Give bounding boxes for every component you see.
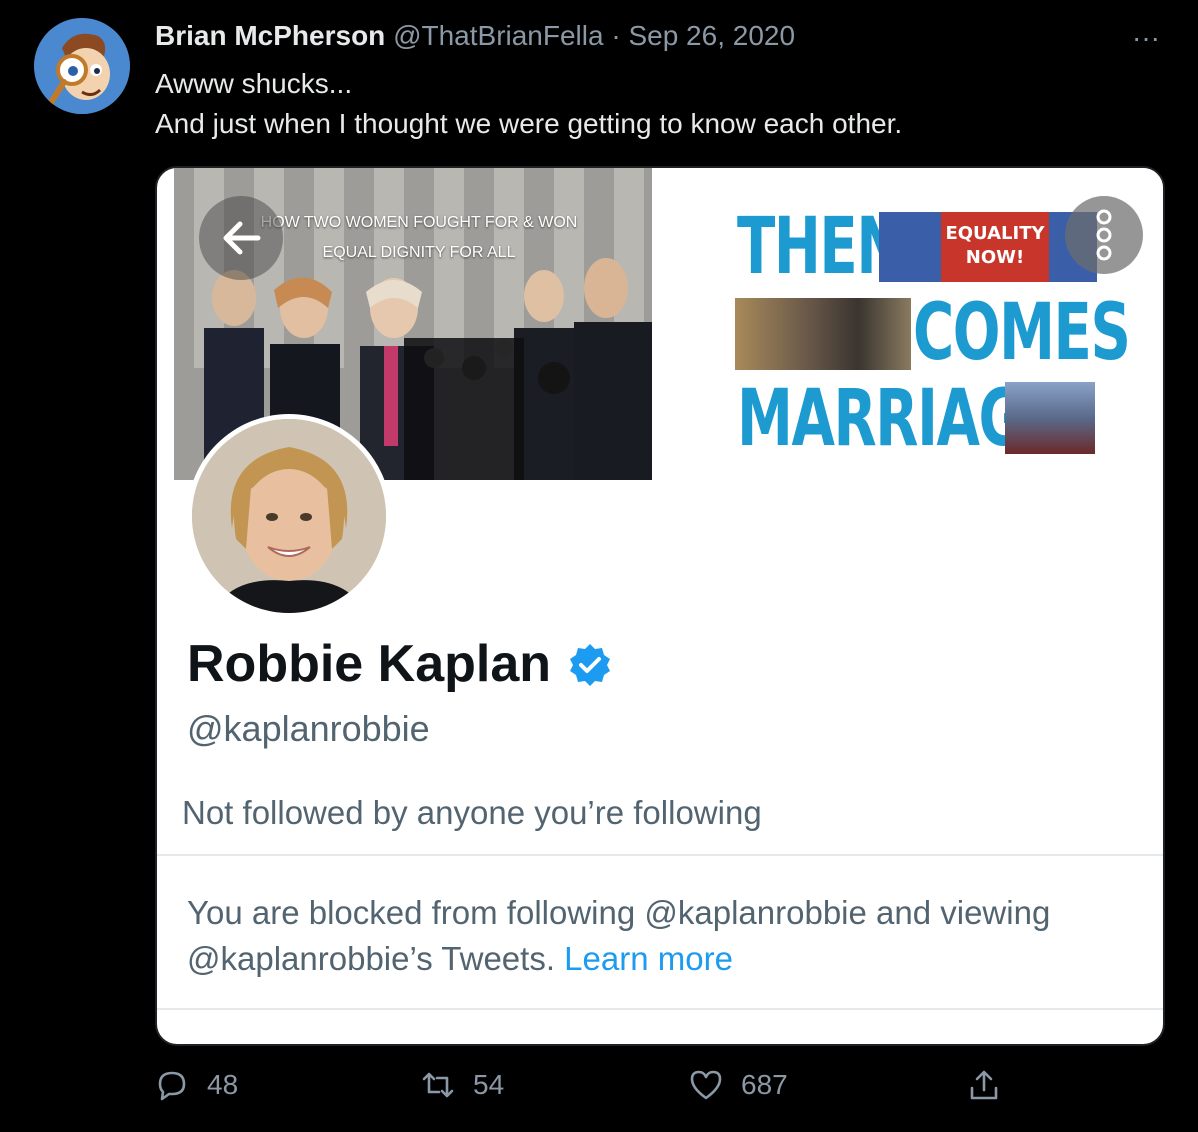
tweet-header: Brian McPherson @ThatBrianFella · Sep 26… — [155, 20, 795, 52]
book-title-word-then: THEN — [737, 202, 903, 292]
banner-caption: HOW TWO WOMEN FOUGHT FOR & WON EQUAL DIG… — [260, 214, 578, 261]
like-count: 687 — [741, 1069, 788, 1100]
author-name[interactable]: Brian McPherson — [155, 20, 385, 51]
divider — [157, 1008, 1163, 1010]
tweet-actions: 48 54 687 — [155, 1068, 1015, 1114]
retweet-count: 54 — [473, 1069, 505, 1100]
cartoon-avatar-image — [34, 18, 130, 114]
attached-image-card[interactable]: HOW TWO WOMEN FOUGHT FOR & WON EQUAL DIG… — [155, 166, 1165, 1046]
reply-icon — [158, 1071, 186, 1101]
retweet-button[interactable]: 54 — [421, 1068, 504, 1102]
reply-count: 48 — [207, 1069, 239, 1100]
reply-button[interactable]: 48 — [155, 1068, 238, 1102]
author-avatar[interactable] — [34, 18, 130, 114]
verified-badge-icon — [570, 644, 610, 686]
profile-more-button[interactable] — [1065, 196, 1143, 274]
tweet-text: Awww shucks... And just when I thought w… — [155, 68, 903, 139]
more-icon: ··· — [1132, 22, 1160, 53]
profile-avatar[interactable] — [187, 414, 391, 618]
profile-name: Robbie Kaplan — [187, 635, 552, 693]
learn-more-link[interactable]: Learn more — [564, 940, 733, 977]
blocked-notice: You are blocked from following @kaplanro… — [187, 890, 1127, 982]
book-title-word-comes: COMES — [913, 288, 1131, 378]
profile-handle: @kaplanrobbie — [187, 708, 430, 749]
share-button[interactable] — [967, 1068, 1001, 1102]
arrow-left-icon — [223, 221, 261, 255]
like-button[interactable]: 687 — [689, 1068, 788, 1102]
book-couple-photo — [735, 298, 911, 370]
book-protest-photo: EQUALITY NOW! — [879, 212, 1097, 282]
heart-icon — [690, 1070, 722, 1100]
more-options-button[interactable]: ··· — [1128, 20, 1164, 56]
book-court-photo — [1005, 382, 1095, 454]
back-button[interactable] — [199, 196, 283, 280]
retweet-icon — [422, 1072, 454, 1098]
profile-photo — [192, 419, 386, 613]
share-icon — [970, 1070, 998, 1100]
followers-note: Not followed by anyone you’re following — [182, 794, 762, 831]
profile-portrait-image — [192, 419, 386, 613]
more-vertical-icon — [1096, 209, 1112, 261]
divider — [157, 854, 1163, 856]
book-sign: EQUALITY NOW! — [941, 212, 1049, 282]
author-handle-date[interactable]: @ThatBrianFella · Sep 26, 2020 — [393, 20, 795, 51]
